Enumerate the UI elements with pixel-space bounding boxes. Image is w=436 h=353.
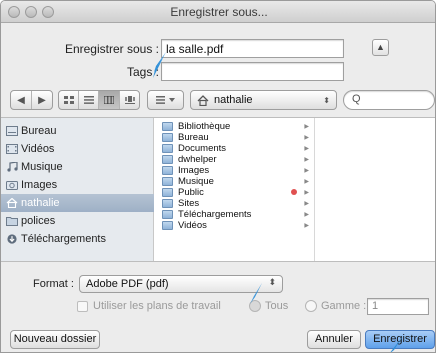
sidebar: Bureau Vidéos Musique Images nathalie po…	[1, 118, 154, 261]
range-radio[interactable]	[305, 300, 317, 312]
list-item[interactable]: Sites ▶	[157, 198, 315, 209]
list-item[interactable]: dwhelper ▶	[157, 154, 315, 165]
cancel-button[interactable]: Annuler	[307, 330, 361, 349]
location-label: nathalie	[214, 94, 253, 106]
list-item[interactable]: Bibliothèque ▶	[157, 121, 315, 132]
sidebar-item-videos[interactable]: Vidéos	[1, 140, 154, 158]
list-item[interactable]: Images ▶	[157, 165, 315, 176]
tag-dot-icon	[291, 189, 297, 195]
file-column: Bibliothèque ▶ Bureau ▶ Documents ▶ dwhelpe…	[157, 118, 315, 261]
folder-icon	[162, 155, 173, 164]
list-item[interactable]: Documents ▶	[157, 143, 315, 154]
back-icon[interactable]: ◀	[11, 91, 32, 109]
desktop-icon	[6, 126, 18, 136]
list-item[interactable]: Musique ▶	[157, 176, 315, 187]
location-popup[interactable]: nathalie ⬍	[190, 90, 337, 110]
filename-input[interactable]: la salle.pdf	[161, 39, 344, 58]
artboards-checkbox[interactable]	[77, 301, 88, 312]
all-label: Tous	[265, 300, 289, 312]
save-dialog: Enregistrer sous... Enregistrer sous : l…	[0, 0, 436, 353]
coverflow-icon[interactable]	[120, 91, 139, 109]
search-input[interactable]: Q	[343, 90, 435, 110]
folder-icon	[162, 144, 173, 153]
title-bar: Enregistrer sous...	[1, 1, 435, 23]
folder-icon	[162, 122, 173, 131]
list-item[interactable]: Bureau ▶	[157, 132, 315, 143]
download-icon	[7, 234, 17, 244]
folder-icon	[162, 210, 173, 219]
chevron-up-icon: ▲	[376, 42, 385, 52]
cursor-arrow-icon	[153, 58, 163, 78]
list-item[interactable]: Téléchargements ▶	[157, 209, 315, 220]
chevron-right-icon: ▶	[304, 124, 309, 130]
chevron-right-icon: ▶	[304, 135, 309, 141]
collapse-dialog-button[interactable]: ▲	[372, 39, 389, 56]
search-icon: Q	[352, 93, 361, 105]
camera-icon	[6, 181, 18, 190]
forward-icon[interactable]: ▶	[32, 91, 52, 109]
updown-chevron-icon: ⬍	[323, 95, 330, 105]
arrange-menu[interactable]	[147, 90, 184, 110]
sidebar-item-polices[interactable]: polices	[1, 212, 154, 230]
chevron-right-icon: ▶	[304, 179, 309, 185]
updown-chevron-icon: ⬍	[268, 277, 276, 287]
view-mode-switcher	[58, 90, 140, 110]
chevron-right-icon: ▶	[304, 157, 309, 163]
column-view-icon[interactable]	[99, 91, 120, 109]
chevron-right-icon: ▶	[304, 212, 309, 218]
range-input[interactable]: 1	[367, 298, 429, 315]
movies-icon	[6, 144, 18, 154]
file-browser: Bureau Vidéos Musique Images nathalie po…	[1, 117, 435, 262]
chevron-right-icon: ▶	[304, 201, 309, 207]
list-view-icon[interactable]	[79, 91, 99, 109]
folder-icon	[162, 188, 173, 197]
arrange-icon	[148, 91, 183, 109]
music-icon	[7, 162, 18, 172]
home-icon	[197, 94, 209, 106]
window-title: Enregistrer sous...	[170, 5, 268, 19]
folder-icon	[162, 166, 173, 175]
range-label: Gamme :	[321, 300, 367, 312]
folder-icon	[162, 177, 173, 186]
format-label: Format :	[33, 278, 74, 290]
folder-icon	[162, 221, 173, 230]
chevron-right-icon: ▶	[304, 190, 309, 196]
cursor-arrow-icon	[390, 336, 403, 352]
sidebar-item-telechargements[interactable]: Téléchargements	[1, 230, 154, 248]
chevron-right-icon: ▶	[304, 168, 309, 174]
sidebar-item-nathalie[interactable]: nathalie	[1, 194, 154, 212]
artboards-label: Utiliser les plans de travail	[93, 300, 221, 312]
save-as-label: Enregistrer sous :	[64, 42, 159, 56]
list-item[interactable]: Public ▶	[157, 187, 315, 198]
format-value: Adobe PDF (pdf)	[86, 278, 169, 290]
history-nav: ◀ ▶	[10, 90, 53, 110]
new-folder-button[interactable]: Nouveau dossier	[10, 330, 100, 349]
sidebar-item-musique[interactable]: Musique	[1, 158, 154, 176]
cursor-arrow-icon	[250, 283, 262, 304]
icon-view-icon[interactable]	[59, 91, 79, 109]
tags-input[interactable]	[161, 62, 344, 81]
folder-icon	[162, 133, 173, 142]
home-icon	[6, 198, 18, 208]
sidebar-item-bureau[interactable]: Bureau	[1, 122, 154, 140]
chevron-right-icon: ▶	[304, 223, 309, 229]
sidebar-item-images[interactable]: Images	[1, 176, 154, 194]
folder-icon	[162, 199, 173, 208]
chevron-right-icon: ▶	[304, 146, 309, 152]
list-item[interactable]: Vidéos ▶	[157, 220, 315, 231]
folder-icon	[6, 217, 18, 226]
